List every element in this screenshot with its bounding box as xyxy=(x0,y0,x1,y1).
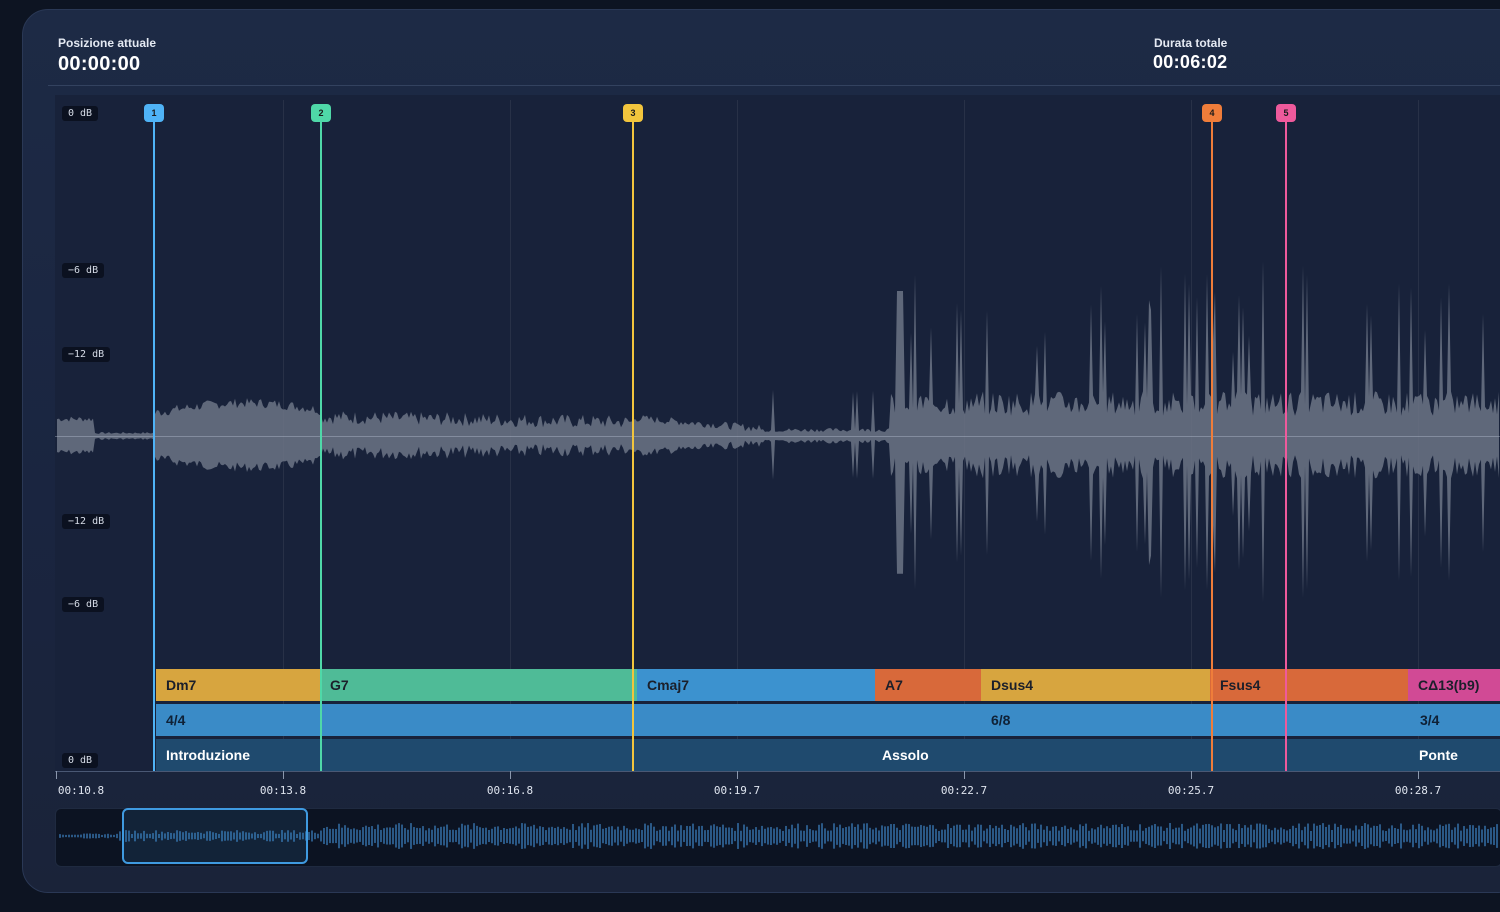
current-position-value: 00:00:00 xyxy=(58,53,141,75)
db-label: 0 dB xyxy=(62,106,99,121)
db-label: −6 dB xyxy=(62,263,105,278)
header-separator xyxy=(48,85,1500,86)
chord-block[interactable]: CΔ13(b9) xyxy=(1408,669,1500,701)
timeline-label: 00:10.8 xyxy=(57,784,105,797)
time-signature-track xyxy=(156,704,1500,736)
marker-flag[interactable]: 2 xyxy=(311,104,331,122)
overview-viewport-handle[interactable] xyxy=(122,808,308,864)
total-duration-label: Durata totale xyxy=(1154,36,1228,50)
timeline-axis xyxy=(55,771,1500,772)
timeline-tick xyxy=(56,771,57,779)
current-position-label: Posizione attuale xyxy=(58,36,157,50)
chord-block[interactable]: G7 xyxy=(320,669,637,701)
section-block[interactable]: Ponte xyxy=(1409,739,1500,771)
timeline-tick xyxy=(964,771,965,779)
marker-line[interactable] xyxy=(632,113,634,771)
total-duration-value: 00:06:02 xyxy=(1153,52,1228,72)
timeline-label: 00:22.7 xyxy=(940,784,988,797)
timeline-tick xyxy=(283,771,284,779)
marker-flag[interactable]: 5 xyxy=(1276,104,1296,122)
timeline-tick xyxy=(1418,771,1419,779)
chord-block[interactable]: Dsus4 xyxy=(981,669,1210,701)
timeline-label: 00:19.7 xyxy=(713,784,761,797)
section-block[interactable]: Assolo xyxy=(872,739,1072,771)
chord-block[interactable]: Dm7 xyxy=(156,669,320,701)
timeline-tick xyxy=(510,771,511,779)
marker-flag[interactable]: 3 xyxy=(623,104,643,122)
chord-block[interactable]: Cmaj7 xyxy=(637,669,875,701)
marker-flag[interactable]: 4 xyxy=(1202,104,1222,122)
marker-line[interactable] xyxy=(320,113,322,771)
marker-flag[interactable]: 1 xyxy=(144,104,164,122)
waveform-baseline xyxy=(55,436,1500,437)
time-signature[interactable]: 3/4 xyxy=(1410,704,1500,736)
db-label: 0 dB xyxy=(62,753,99,768)
timeline-label: 00:16.8 xyxy=(486,784,534,797)
timeline-tick xyxy=(1191,771,1192,779)
timeline-label: 00:25.7 xyxy=(1167,784,1215,797)
timeline-tick xyxy=(737,771,738,779)
chord-block[interactable]: A7 xyxy=(875,669,981,701)
time-signature[interactable]: 6/8 xyxy=(981,704,1181,736)
db-label: −6 dB xyxy=(62,597,105,612)
marker-line[interactable] xyxy=(1211,113,1213,771)
section-track xyxy=(156,739,1500,771)
db-label: −12 dB xyxy=(62,514,111,529)
marker-line[interactable] xyxy=(1285,113,1287,771)
timeline-label: 00:28.7 xyxy=(1394,784,1442,797)
db-label: −12 dB xyxy=(62,347,111,362)
section-block[interactable]: Introduzione xyxy=(156,739,356,771)
time-signature[interactable]: 4/4 xyxy=(156,704,356,736)
chord-block[interactable]: Fsus4 xyxy=(1210,669,1408,701)
marker-line[interactable] xyxy=(153,113,155,771)
timeline-label: 00:13.8 xyxy=(259,784,307,797)
